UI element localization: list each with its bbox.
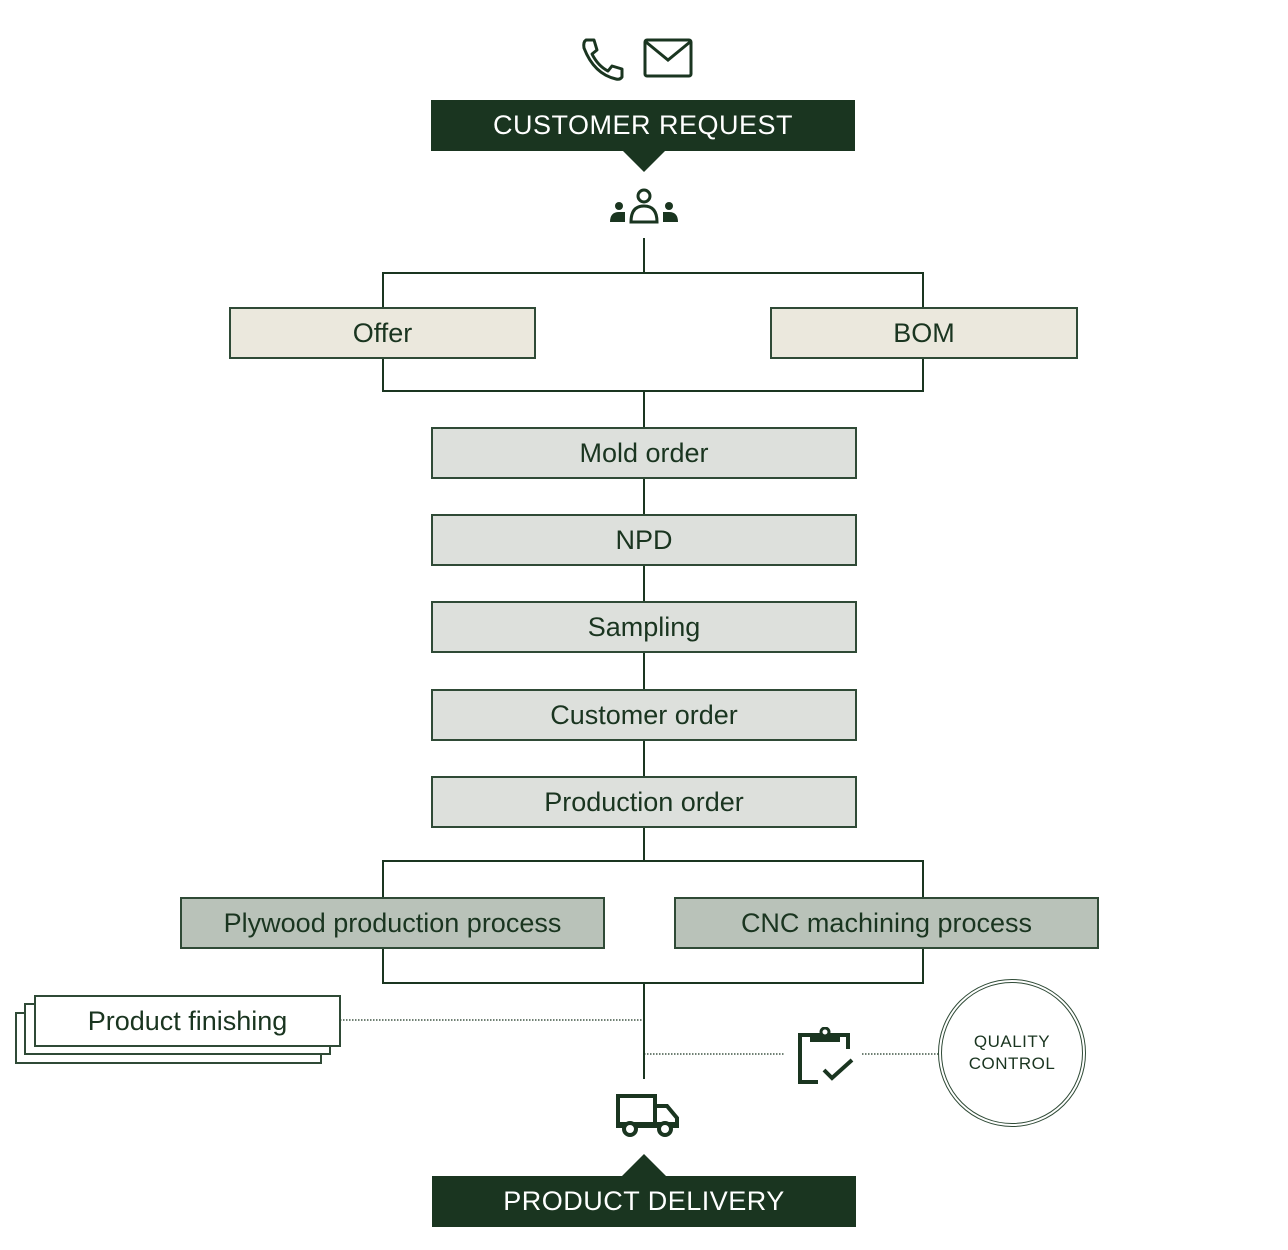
bom-label: BOM [893,317,955,348]
offer-box: Offer [229,307,536,359]
product-finishing-box: Product finishing [34,995,341,1047]
production-order-box: Production order [431,776,857,828]
quality-control-line1: QUALITY [973,1032,1051,1051]
offer-label: Offer [352,317,413,348]
customer-order-box: Customer order [431,689,857,741]
product-delivery-banner: PRODUCT DELIVERY [432,1176,856,1227]
mold-order-label: Mold order [579,437,709,468]
customer-request-label: CUSTOMER REQUEST [492,110,794,140]
plywood-process-box: Plywood production process [180,897,605,949]
quality-control-circle: QUALITY CONTROL [938,979,1086,1127]
product-delivery-label: PRODUCT DELIVERY [503,1186,785,1216]
product-finishing-label: Product finishing [87,1005,288,1036]
production-order-label: Production order [544,786,744,817]
clipboard-check-icon [796,1027,856,1085]
mold-order-box: Mold order [431,427,857,479]
customer-request-banner: CUSTOMER REQUEST [431,100,855,151]
npd-box: NPD [431,514,857,566]
cnc-process-box: CNC machining process [674,897,1099,949]
truck-icon [615,1092,681,1140]
team-icon [609,188,679,224]
quality-control-line2: CONTROL [968,1054,1056,1073]
sampling-label: Sampling [587,611,701,642]
cnc-process-label: CNC machining process [740,907,1033,938]
phone-icon [580,36,626,82]
sampling-box: Sampling [431,601,857,653]
npd-label: NPD [615,524,673,555]
plywood-process-label: Plywood production process [223,907,562,938]
mail-icon [643,38,693,78]
bom-box: BOM [770,307,1078,359]
customer-order-label: Customer order [550,699,738,730]
